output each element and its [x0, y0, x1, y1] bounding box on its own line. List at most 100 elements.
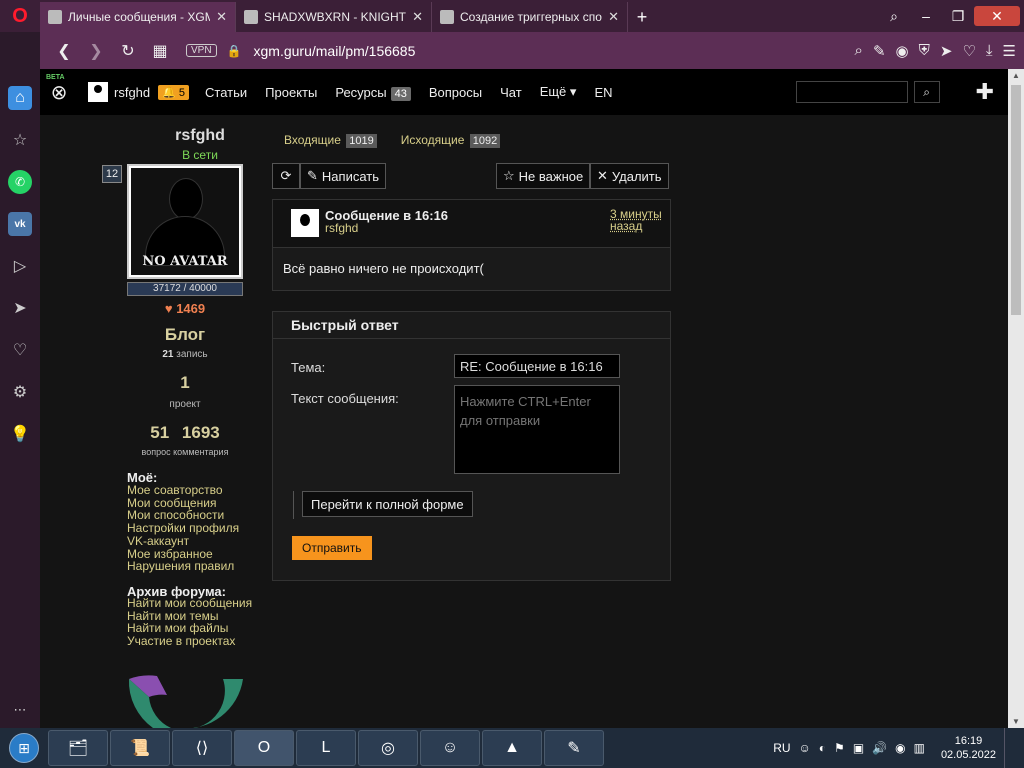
forward-icon[interactable]: ❯	[80, 41, 112, 61]
lock-icon[interactable]: 🔒	[227, 44, 242, 58]
discord-icon[interactable]: ☺	[420, 730, 480, 766]
compose-button[interactable]: ✎ Написать	[300, 163, 386, 189]
tray-app-icon[interactable]: ◐	[819, 741, 826, 755]
send-button[interactable]: Отправить	[292, 536, 372, 560]
not-important-button[interactable]: ☆ Не важное	[496, 163, 591, 189]
nav-resources[interactable]: Ресурсы 43	[335, 85, 411, 101]
nav-chat[interactable]: Чат	[500, 85, 522, 100]
browser-tab-strip: O Личные сообщения - XGM ✕ SHADXWBXRN - …	[0, 0, 1024, 32]
nav-projects[interactable]: Проекты	[265, 85, 317, 100]
tab-triggers[interactable]: Создание триггерных спо ✕	[432, 2, 628, 32]
explorer-icon[interactable]: 🗂	[48, 730, 108, 766]
nav-language[interactable]: EN	[594, 85, 612, 100]
start-button[interactable]: ⊞	[0, 728, 48, 768]
close-tab-icon[interactable]: ✕	[216, 9, 227, 25]
camera-icon[interactable]: ◉	[896, 42, 909, 60]
maximize-icon[interactable]: ❐	[942, 8, 974, 25]
new-tab-button[interactable]: +	[628, 2, 656, 32]
league-icon[interactable]: L	[296, 730, 356, 766]
refresh-button[interactable]: ⟳	[272, 163, 300, 189]
nav-more[interactable]: Ещё ▾	[540, 84, 577, 100]
subject-input[interactable]	[454, 354, 620, 378]
opera-logo-icon[interactable]: O	[0, 0, 40, 32]
blog-link[interactable]: Блог	[127, 325, 243, 345]
opera-tray-icon[interactable]: ◉	[895, 741, 905, 755]
outbox-link[interactable]: Исходящие 1092	[401, 133, 501, 148]
heart-icon[interactable]: ♡	[8, 338, 32, 362]
page-scrollbar[interactable]: ▲ ▼	[1008, 69, 1024, 728]
settings-icon[interactable]: ⚙	[8, 380, 32, 404]
more-icon[interactable]: ⋯	[14, 702, 27, 718]
message-author[interactable]: rsfghd	[325, 221, 358, 235]
send-icon[interactable]: ➤	[8, 296, 32, 320]
message-textarea[interactable]	[454, 385, 620, 474]
star-icon[interactable]: ☆	[8, 128, 32, 152]
notification-badge[interactable]: 🔔 5	[158, 84, 190, 100]
pencil-icon: ✎	[307, 168, 318, 183]
shield-icon[interactable]: ⛨	[919, 42, 930, 60]
network-icon[interactable]: ▥	[914, 741, 925, 755]
url-text[interactable]: xgm.guru/mail/pm/156685	[254, 43, 416, 59]
send-icon[interactable]: ➤	[940, 42, 953, 60]
full-form-button[interactable]: Перейти к полной форме	[302, 491, 473, 517]
link-profile-settings[interactable]: Настройки профиля	[127, 522, 239, 535]
nav-questions[interactable]: Вопросы	[429, 85, 482, 100]
tabs-grid-icon[interactable]: ▦	[144, 41, 176, 61]
opera-icon[interactable]: O	[234, 730, 294, 766]
search-tabs-icon[interactable]: ⌕	[878, 8, 910, 25]
close-tab-icon[interactable]: ✕	[608, 9, 619, 25]
nav-articles[interactable]: Статьи	[205, 85, 247, 100]
link-find-messages[interactable]: Найти мои сообщения	[127, 597, 252, 610]
header-user[interactable]: rsfghd 🔔 5	[88, 82, 190, 102]
site-search-input[interactable]	[795, 81, 908, 103]
discord-tray-icon[interactable]: ☺	[799, 741, 811, 755]
quick-reply-form: Быстрый ответ Тема: Текст сообщения: Пер…	[272, 311, 671, 581]
vpn-badge[interactable]: VPN	[186, 44, 217, 57]
edit-icon[interactable]: ✎	[873, 42, 886, 60]
tab-shadxwbxrn[interactable]: SHADXWBXRN - KNIGHT - ✕	[236, 2, 432, 32]
nvidia-icon[interactable]: ▣	[853, 741, 864, 755]
scroll-app-icon[interactable]: 📜	[110, 730, 170, 766]
lightbulb-icon[interactable]: 💡	[8, 422, 32, 446]
avatar[interactable]	[291, 209, 319, 237]
download-icon[interactable]: ⤓	[986, 42, 993, 60]
link-violations[interactable]: Нарушения правил	[127, 560, 239, 573]
vscode-icon[interactable]: ⟨⟩	[172, 730, 232, 766]
link-project-participation[interactable]: Участие в проектах	[127, 635, 252, 648]
tab-title: SHADXWBXRN - KNIGHT -	[264, 10, 407, 24]
qa-counts[interactable]: 51 1693	[127, 423, 243, 443]
search-icon[interactable]: ⌕	[855, 42, 863, 60]
flag-icon[interactable]: ⚑	[834, 741, 845, 755]
steam-icon[interactable]: ◎	[358, 730, 418, 766]
link-coauthorship[interactable]: Мое соавторство	[127, 484, 239, 497]
back-icon[interactable]: ❮	[48, 41, 80, 61]
search-button[interactable]: ⌕	[913, 81, 940, 103]
close-tab-icon[interactable]: ✕	[412, 9, 423, 25]
game-app-icon[interactable]: ▲	[482, 730, 542, 766]
message-body: Всё равно ничего не происходит(	[283, 261, 484, 276]
home-icon[interactable]: ⌂	[8, 86, 32, 110]
delete-button[interactable]: ✕ Удалить	[590, 163, 669, 189]
clock[interactable]: 16:19 02.05.2022	[941, 734, 996, 762]
minimize-icon[interactable]: –	[910, 8, 942, 24]
editor-app-icon[interactable]: ✎	[544, 730, 604, 766]
menu-icon[interactable]: ☰	[1003, 42, 1016, 60]
profile-avatar[interactable]: NO AVATAR	[127, 164, 243, 279]
windows-taskbar: ⊞ 🗂 📜 ⟨⟩ O L ◎ ☺ ▲ ✎ RU ☺ ◐ ⚑ ▣ 🔊 ◉ ▥ 16…	[0, 728, 1024, 768]
add-icon[interactable]: ✚	[976, 79, 994, 105]
tab-messages[interactable]: Личные сообщения - XGM ✕	[40, 2, 236, 32]
close-window-icon[interactable]: ✕	[974, 6, 1020, 26]
inbox-link[interactable]: Входящие 1019	[284, 133, 377, 148]
profile-name[interactable]: rsfghd	[140, 127, 260, 145]
volume-icon[interactable]: 🔊	[872, 741, 887, 755]
player-icon[interactable]: ▷	[8, 254, 32, 278]
projects-count[interactable]: 1	[127, 373, 243, 393]
show-desktop-button[interactable]	[1004, 728, 1014, 768]
vk-icon[interactable]: vk	[8, 212, 32, 236]
reload-icon[interactable]: ↻	[112, 41, 144, 61]
whatsapp-icon[interactable]: ✆	[8, 170, 32, 194]
language-indicator[interactable]: RU	[773, 741, 790, 755]
heart-icon[interactable]: ♡	[962, 42, 975, 60]
link-vk-account[interactable]: VK-аккаунт	[127, 535, 239, 548]
message-time[interactable]: 3 минуты назад	[610, 208, 668, 232]
